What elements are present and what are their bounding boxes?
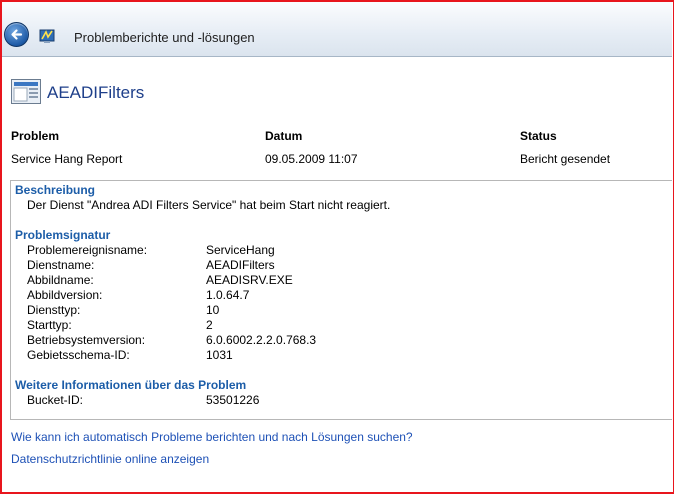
signature-value: AEADIFilters bbox=[206, 258, 275, 272]
auto-report-link[interactable]: Wie kann ich automatisch Probleme berich… bbox=[11, 430, 413, 444]
signature-label: Problemereignisname: bbox=[27, 243, 148, 257]
page-title: AEADIFilters bbox=[47, 83, 145, 102]
signature-value: 2 bbox=[206, 318, 213, 332]
bucket-id-value: 53501226 bbox=[206, 393, 260, 407]
column-header-problem: Problem bbox=[11, 129, 60, 143]
more-info-heading: Weitere Informationen über das Problem bbox=[15, 378, 247, 392]
signature-value: AEADISRV.EXE bbox=[206, 273, 293, 287]
signature-value: 1.0.64.7 bbox=[206, 288, 250, 302]
report-document-icon bbox=[11, 79, 41, 104]
back-arrow-icon[interactable] bbox=[4, 22, 29, 47]
problem-value: Service Hang Report bbox=[11, 152, 123, 166]
title-bar: Problemberichte und -lösungen bbox=[2, 2, 672, 57]
problem-reports-icon bbox=[39, 28, 55, 44]
signature-label: Dienstname: bbox=[27, 258, 95, 272]
signature-value: 6.0.6002.2.2.0.768.3 bbox=[206, 333, 317, 347]
window-title: Problemberichte und -lösungen bbox=[74, 30, 255, 45]
signature-label: Starttyp: bbox=[27, 318, 72, 332]
signature-value: 10 bbox=[206, 303, 220, 317]
signature-label: Abbildversion: bbox=[27, 288, 103, 302]
signature-label: Diensttyp: bbox=[27, 303, 81, 317]
signature-label: Abbildname: bbox=[27, 273, 94, 287]
column-header-status: Status bbox=[520, 129, 557, 143]
signature-heading: Problemsignatur bbox=[15, 228, 111, 242]
signature-label: Betriebsystemversion: bbox=[27, 333, 146, 347]
status-value: Bericht gesendet bbox=[520, 152, 611, 166]
privacy-policy-link[interactable]: Datenschutzrichtlinie online anzeigen bbox=[11, 452, 209, 466]
signature-value: 1031 bbox=[206, 348, 233, 362]
signature-value: ServiceHang bbox=[206, 243, 275, 257]
description-text: Der Dienst "Andrea ADI Filters Service" … bbox=[27, 198, 391, 212]
date-value: 09.05.2009 11:07 bbox=[265, 152, 358, 166]
signature-label: Gebietsschema-ID: bbox=[27, 348, 130, 362]
description-heading: Beschreibung bbox=[15, 183, 96, 197]
bucket-id-label: Bucket-ID: bbox=[27, 393, 84, 407]
column-header-date: Datum bbox=[265, 129, 303, 143]
